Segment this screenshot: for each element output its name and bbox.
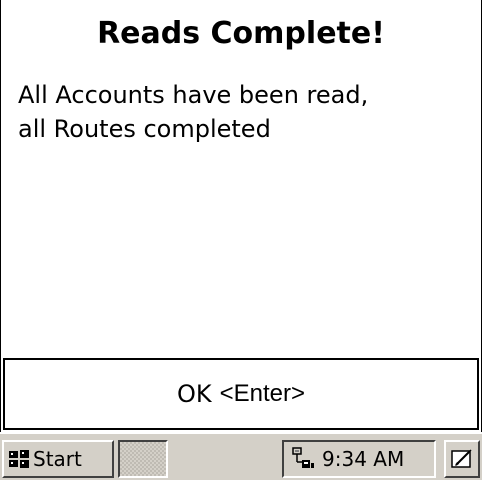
- start-label: Start: [33, 447, 82, 471]
- windows-flag-icon: [8, 448, 30, 470]
- taskbar: Start 9:34 AM: [0, 432, 482, 480]
- stylus-keyboard-icon[interactable]: [444, 440, 480, 478]
- input-panel-icon[interactable]: [118, 440, 168, 478]
- message-line-1: All Accounts have been read,: [18, 81, 369, 109]
- start-button[interactable]: Start: [2, 440, 114, 478]
- ok-button[interactable]: OK <Enter>: [3, 358, 479, 430]
- dialog-message: All Accounts have been read, all Routes …: [18, 78, 468, 146]
- clock[interactable]: 9:34 AM: [322, 447, 404, 471]
- network-connection-icon[interactable]: [290, 446, 316, 472]
- system-tray: 9:34 AM: [282, 440, 436, 478]
- dialog-title: Reads Complete!: [97, 16, 385, 51]
- ok-button-label: OK: [176, 380, 212, 408]
- screen: Reads Complete! All Accounts have been r…: [0, 0, 482, 480]
- ok-button-hint: <Enter>: [219, 380, 306, 407]
- message-line-2: all Routes completed: [18, 115, 271, 143]
